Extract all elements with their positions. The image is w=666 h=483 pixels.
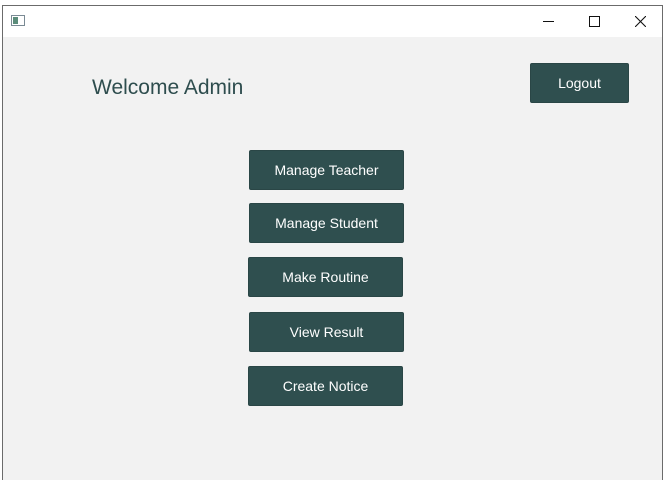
close-button[interactable] [617, 6, 663, 37]
maximize-button[interactable] [571, 6, 617, 37]
app-window-icon [11, 15, 25, 26]
app-window: Welcome Admin Logout Manage Teacher Mana… [2, 5, 663, 480]
close-icon [634, 16, 646, 27]
maximize-icon [588, 16, 600, 27]
create-notice-button[interactable]: Create Notice [248, 366, 403, 406]
welcome-heading: Welcome Admin [92, 76, 244, 99]
logout-button[interactable]: Logout [530, 63, 629, 103]
manage-teacher-button[interactable]: Manage Teacher [249, 150, 404, 190]
title-bar[interactable] [3, 6, 662, 37]
view-result-button[interactable]: View Result [249, 312, 404, 352]
minimize-icon [542, 21, 554, 22]
make-routine-button[interactable]: Make Routine [248, 257, 403, 297]
manage-student-button[interactable]: Manage Student [249, 203, 404, 243]
desktop: Welcome Admin Logout Manage Teacher Mana… [0, 0, 666, 483]
minimize-button[interactable] [525, 6, 571, 37]
dashboard-content: Welcome Admin Logout Manage Teacher Mana… [3, 37, 662, 480]
